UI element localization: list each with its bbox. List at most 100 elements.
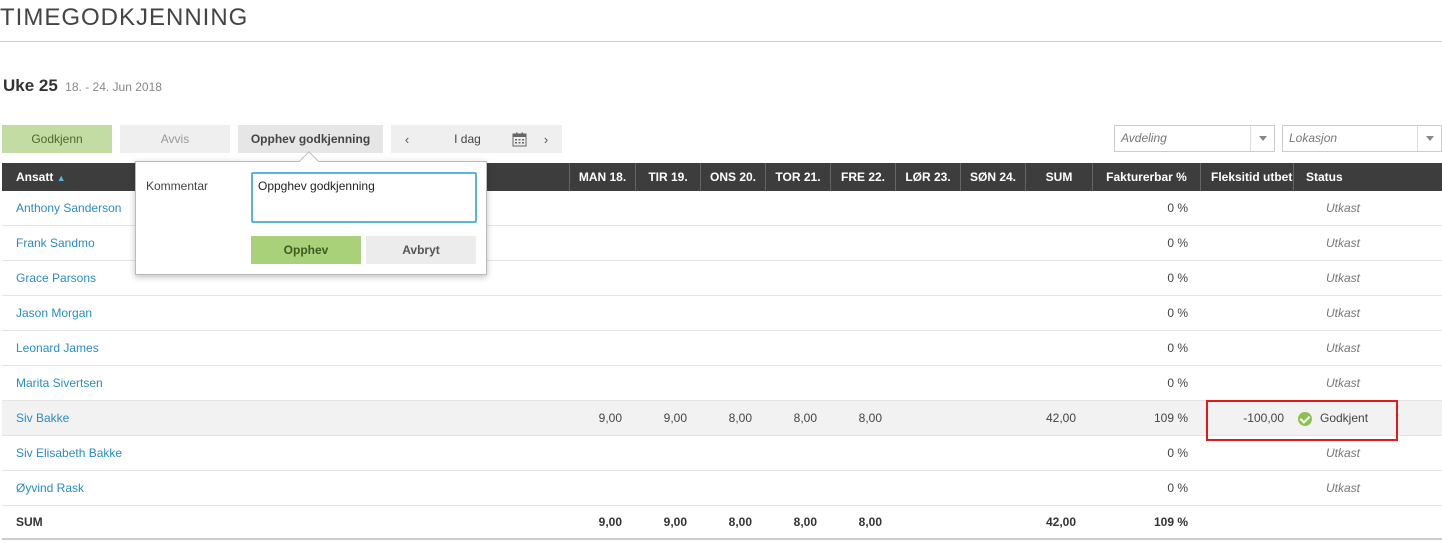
cell-billable: 0 % <box>1167 271 1188 285</box>
cell-status: Utkast <box>1325 306 1360 320</box>
cell-flex <box>1200 261 1284 296</box>
employee-name-link[interactable]: Marita Sivertsen <box>16 366 103 401</box>
cell-sun <box>960 401 1012 436</box>
cell-status: Utkast <box>1325 481 1360 495</box>
employee-name-link[interactable]: Grace Parsons <box>16 261 96 296</box>
cell-thu <box>765 191 817 226</box>
column-header-mon[interactable]: MAN 18. <box>569 163 635 191</box>
cell-sun <box>960 296 1012 331</box>
employee-name-link[interactable]: Frank Sandmo <box>16 226 95 261</box>
column-header-employee-label: Ansatt <box>16 170 54 184</box>
cell-sat <box>895 226 947 261</box>
cell-billable: 0 % <box>1167 376 1188 390</box>
cell-tue <box>635 261 687 296</box>
cell-tue <box>635 226 687 261</box>
cell-wed <box>700 296 752 331</box>
chevron-down-icon[interactable] <box>1417 126 1441 151</box>
week-date-range: 18. - 24. Jun 2018 <box>65 80 162 94</box>
column-header-thu[interactable]: TOR 21. <box>765 163 830 191</box>
chevron-down-icon[interactable] <box>1250 126 1274 151</box>
table-row: Øyvind Rask 0 % Utkast <box>2 471 1442 506</box>
cell-fri <box>830 226 882 261</box>
reject-button[interactable]: Avvis <box>120 125 230 153</box>
employee-name-link[interactable]: Siv Elisabeth Bakke <box>16 436 122 471</box>
location-placeholder: Lokasjon <box>1289 131 1338 145</box>
table-row: Leonard James 0 % Utkast <box>2 331 1442 366</box>
comment-input[interactable] <box>251 172 477 223</box>
column-header-fri[interactable]: FRE 22. <box>830 163 895 191</box>
column-header-tue[interactable]: TIR 19. <box>635 163 700 191</box>
approve-button[interactable]: Godkjenn <box>2 125 112 153</box>
cell-sum <box>1025 366 1076 401</box>
cell-sum <box>1025 261 1076 296</box>
confirm-unapprove-button[interactable]: Opphev <box>251 236 361 264</box>
cell-thu <box>765 296 817 331</box>
sum-fri: 8,00 <box>858 515 882 529</box>
cell-billable: 0 % <box>1167 306 1188 320</box>
employee-name-link[interactable]: Anthony Sanderson <box>16 191 121 226</box>
next-week-icon[interactable]: › <box>530 132 562 147</box>
comment-label: Kommentar <box>146 179 209 193</box>
cell-flex <box>1200 471 1284 506</box>
sum-wed: 8,00 <box>728 515 752 529</box>
cell-fri: 8,00 <box>858 411 882 425</box>
cell-sun <box>960 261 1012 296</box>
department-select[interactable]: Avdeling <box>1114 125 1275 152</box>
cell-sat <box>895 471 947 506</box>
cell-thu <box>765 436 817 471</box>
column-header-status[interactable]: Status <box>1293 163 1393 191</box>
cell-sun <box>960 331 1012 366</box>
column-header-sun[interactable]: SØN 24. <box>960 163 1025 191</box>
cell-sun <box>960 226 1012 261</box>
employee-name-link[interactable]: Siv Bakke <box>16 401 69 436</box>
column-header-employee[interactable]: Ansatt ▲ <box>16 163 66 191</box>
calendar-icon[interactable] <box>508 132 530 147</box>
cell-status: Utkast <box>1325 271 1360 285</box>
prev-week-icon[interactable]: ‹ <box>391 132 423 147</box>
cell-sun <box>960 471 1012 506</box>
cell-tue <box>635 436 687 471</box>
cell-sat <box>895 296 947 331</box>
cell-mon: 9,00 <box>598 411 622 425</box>
column-header-billable[interactable]: Fakturerbar % <box>1092 163 1200 191</box>
cell-status: Utkast <box>1325 341 1360 355</box>
cell-wed <box>700 436 752 471</box>
location-select[interactable]: Lokasjon <box>1282 125 1442 152</box>
column-header-sat[interactable]: LØR 23. <box>895 163 960 191</box>
sum-tue: 9,00 <box>663 515 687 529</box>
cell-status: Utkast <box>1325 201 1360 215</box>
cell-flex <box>1200 191 1284 226</box>
cell-sat <box>895 366 947 401</box>
cancel-button[interactable]: Avbryt <box>366 236 476 264</box>
cell-sun <box>960 366 1012 401</box>
sum-row: SUM 9,00 9,00 8,00 8,00 8,00 42,00 109 % <box>2 505 1442 540</box>
column-header-wed[interactable]: ONS 20. <box>700 163 765 191</box>
cell-thu: 8,00 <box>793 411 817 425</box>
employee-name-link[interactable]: Øyvind Rask <box>16 471 84 506</box>
cell-status: Utkast <box>1325 446 1360 460</box>
column-header-sum[interactable]: SUM <box>1025 163 1092 191</box>
cell-fri <box>830 471 882 506</box>
employee-name-link[interactable]: Leonard James <box>16 331 99 366</box>
cell-billable: 109 % <box>1153 411 1188 425</box>
cell-mon <box>569 436 622 471</box>
week-label: Uke 25 <box>3 76 58 95</box>
cell-sat <box>895 191 947 226</box>
column-header-flex[interactable]: Fleksitid utbet <box>1200 163 1293 191</box>
cell-sum <box>1025 331 1076 366</box>
cell-tue <box>635 191 687 226</box>
cell-wed <box>700 226 752 261</box>
cell-sum <box>1025 296 1076 331</box>
cell-wed <box>700 191 752 226</box>
cell-sum <box>1025 436 1076 471</box>
cell-flex <box>1200 296 1284 331</box>
cell-flex <box>1200 436 1284 471</box>
unapprove-button[interactable]: Opphev godkjenning <box>238 125 383 153</box>
cell-thu <box>765 331 817 366</box>
today-button[interactable]: I dag <box>423 132 508 146</box>
employee-name-link[interactable]: Jason Morgan <box>16 296 92 331</box>
unapprove-comment-popover: Kommentar Opphev Avbryt <box>135 151 487 275</box>
sum-mon: 9,00 <box>598 515 622 529</box>
cell-wed <box>700 366 752 401</box>
department-placeholder: Avdeling <box>1121 131 1167 145</box>
